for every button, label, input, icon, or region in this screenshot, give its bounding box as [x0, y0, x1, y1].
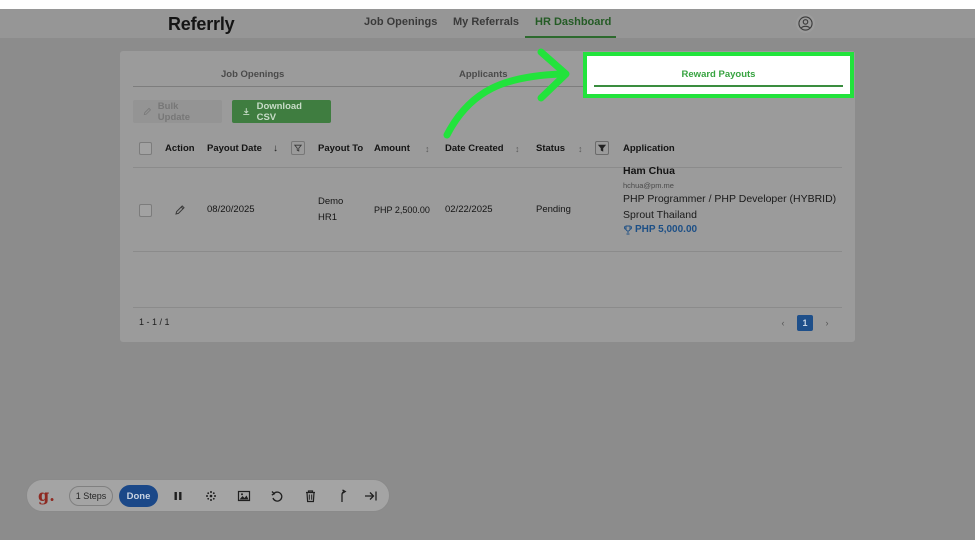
done-button[interactable]: Done	[119, 485, 158, 507]
header-divider	[133, 167, 842, 168]
reward-payouts-highlight[interactable]: Reward Payouts	[583, 52, 854, 98]
trash-icon[interactable]	[302, 488, 318, 504]
active-nav-underline	[525, 36, 616, 38]
nav-link-hr-dashboard[interactable]: HR Dashboard	[535, 16, 611, 28]
tab-job-openings[interactable]: Job Openings	[221, 69, 284, 80]
status-filter-button[interactable]	[595, 141, 609, 155]
sort-icon[interactable]: ↕	[425, 144, 430, 154]
recorder-toolbar: g. 1 Steps Done	[26, 479, 390, 512]
select-all-checkbox[interactable]	[139, 142, 152, 155]
pause-icon[interactable]	[170, 488, 186, 504]
edit-icon	[143, 107, 152, 116]
cell-date-created: 02/22/2025	[445, 204, 493, 215]
next-page-button[interactable]: ›	[819, 315, 835, 331]
top-navigation: Referrly Job Openings My Referrals HR Da…	[0, 9, 975, 38]
blur-icon[interactable]	[203, 488, 219, 504]
payout-to-line1: Demo	[318, 196, 344, 207]
bulk-update-button[interactable]: Bulk Update	[133, 100, 222, 123]
job-title: PHP Programmer / PHP Developer (HYBRID)	[623, 193, 837, 205]
filter-icon	[598, 144, 606, 152]
steps-counter[interactable]: 1 Steps	[69, 486, 113, 506]
user-circle-icon	[798, 16, 813, 31]
nav-link-job-openings[interactable]: Job Openings	[364, 16, 437, 28]
cell-payout-to: Demo HR1	[318, 194, 343, 226]
trophy-icon	[624, 225, 632, 234]
header-action: Action	[165, 143, 195, 154]
branch-icon[interactable]	[334, 488, 350, 504]
download-icon	[243, 108, 250, 116]
applicant-name[interactable]: Ham Chua	[623, 165, 675, 177]
download-csv-label: Download CSV	[256, 100, 302, 123]
recorder-logo: g.	[38, 486, 55, 505]
reward-value: PHP 5,000.00	[635, 224, 698, 235]
header-status[interactable]: Status	[536, 143, 565, 154]
payout-date-filter-button[interactable]	[291, 141, 305, 155]
applicant-email: hchua@pm.me	[623, 181, 674, 190]
undo-icon[interactable]	[269, 488, 285, 504]
nav-link-my-referrals[interactable]: My Referrals	[453, 16, 519, 28]
cell-status: Pending	[536, 204, 571, 215]
bulk-update-label: Bulk Update	[157, 100, 190, 123]
page-1-button[interactable]: 1	[797, 315, 813, 331]
row-checkbox[interactable]	[139, 204, 152, 217]
cell-amount: PHP 2,500.00	[374, 205, 430, 215]
company-name: Sprout Thailand	[623, 209, 697, 221]
user-avatar[interactable]	[796, 14, 815, 33]
pagination-summary: 1 - 1 / 1	[139, 317, 170, 327]
table-bottom-divider	[133, 307, 842, 308]
image-icon[interactable]	[236, 488, 252, 504]
prev-page-button[interactable]: ‹	[775, 315, 791, 331]
edit-icon[interactable]	[174, 204, 186, 216]
reward-amount: PHP 5,000.00	[623, 224, 697, 235]
header-payout-date[interactable]: Payout Date	[207, 143, 262, 154]
tab-reward-payouts[interactable]: Reward Payouts	[587, 69, 850, 80]
reward-payouts-underline	[594, 85, 843, 87]
header-payout-to: Payout To	[318, 143, 364, 154]
download-csv-button[interactable]: Download CSV	[232, 100, 331, 123]
tab-applicants[interactable]: Applicants	[459, 69, 508, 80]
sort-desc-icon[interactable]: ↓	[273, 143, 278, 154]
header-amount[interactable]: Amount	[374, 143, 410, 154]
filter-icon	[294, 144, 302, 152]
header-application: Application	[623, 143, 675, 154]
app-logo: Referrly	[168, 14, 235, 34]
cell-payout-date: 08/20/2025	[207, 204, 255, 215]
sort-icon[interactable]: ↕	[578, 144, 583, 154]
tab-divider	[133, 86, 583, 87]
sort-icon[interactable]: ↕	[515, 144, 520, 154]
payout-to-line2: HR1	[318, 212, 338, 223]
row-divider	[133, 251, 842, 252]
skip-to-end-icon[interactable]	[363, 488, 379, 504]
header-date-created[interactable]: Date Created	[445, 143, 504, 154]
